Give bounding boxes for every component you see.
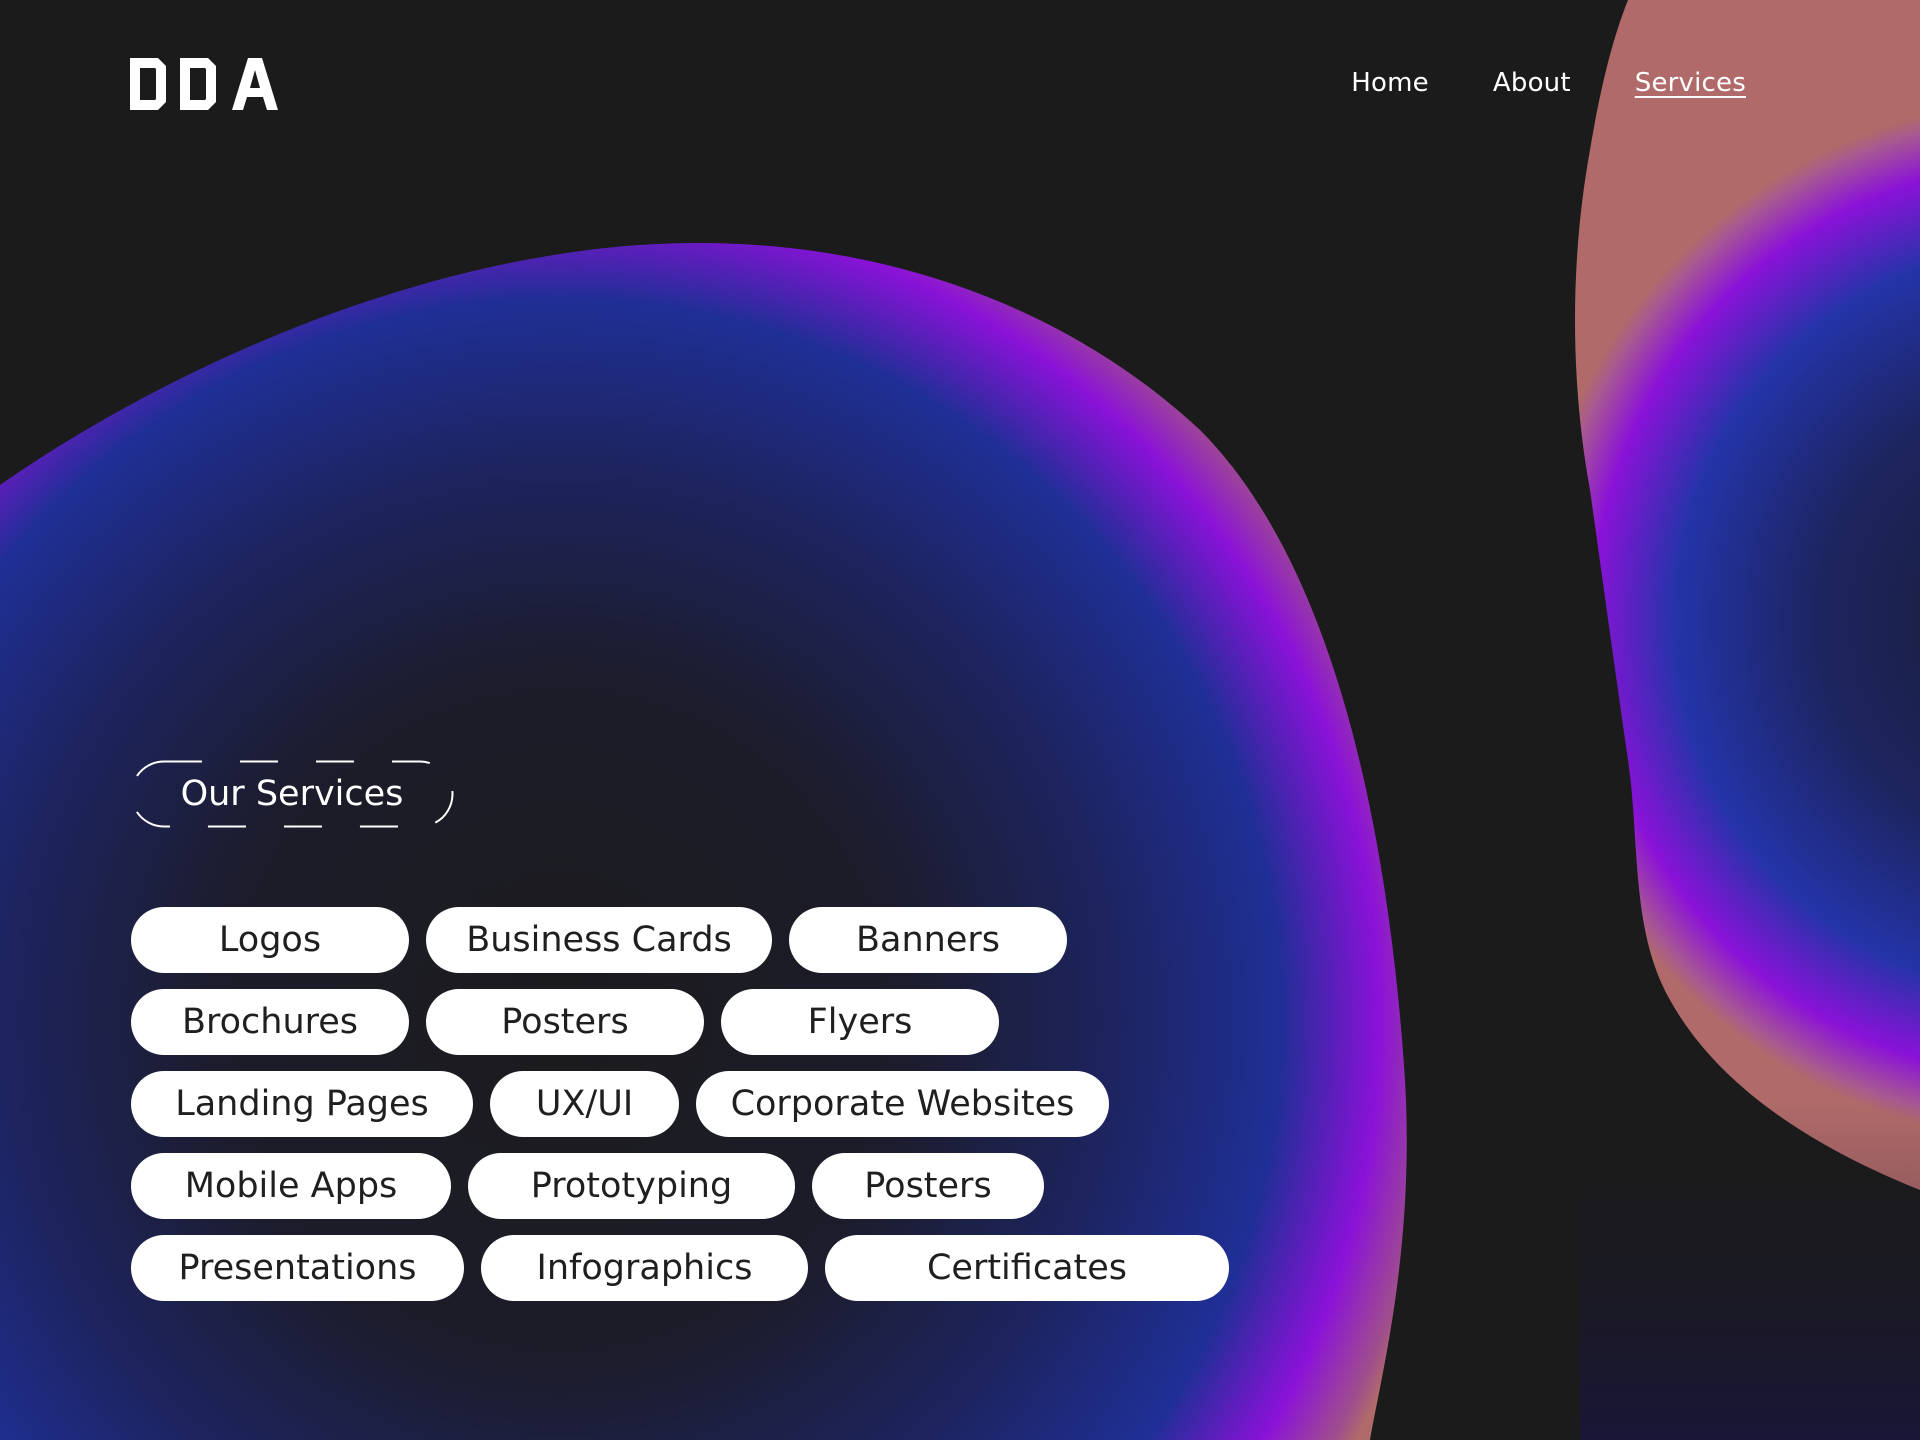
nav-home-link[interactable]: Home	[1351, 68, 1429, 98]
tag-row: Landing Pages UX/UI Corporate Websites	[131, 1071, 1229, 1137]
service-tag-presentations[interactable]: Presentations	[131, 1235, 464, 1301]
service-tag-logos[interactable]: Logos	[131, 907, 409, 973]
service-tag-flyers[interactable]: Flyers	[721, 989, 999, 1055]
service-tag-prototyping[interactable]: Prototyping	[468, 1153, 795, 1219]
service-tag-mobile-apps[interactable]: Mobile Apps	[131, 1153, 451, 1219]
service-tag-corporate-websites[interactable]: Corporate Websites	[696, 1071, 1109, 1137]
site-header: Home About Services	[0, 0, 1920, 180]
service-tag-landing-pages[interactable]: Landing Pages	[131, 1071, 473, 1137]
tag-row: Logos Business Cards Banners	[131, 907, 1229, 973]
service-tag-business-cards[interactable]: Business Cards	[426, 907, 772, 973]
service-tag-certificates[interactable]: Certificates	[825, 1235, 1229, 1301]
services-tag-list: Logos Business Cards Banners Brochures P…	[131, 907, 1229, 1317]
services-page: Home About Services Our Services Logos B…	[0, 0, 1920, 1440]
service-tag-posters[interactable]: Posters	[426, 989, 704, 1055]
tag-row: Brochures Posters Flyers	[131, 989, 1229, 1055]
nav-about-link[interactable]: About	[1493, 68, 1571, 98]
service-tag-banners[interactable]: Banners	[789, 907, 1067, 973]
dda-logo[interactable]	[128, 56, 288, 112]
our-services-heading: Our Services	[130, 760, 454, 828]
service-tag-infographics[interactable]: Infographics	[481, 1235, 808, 1301]
service-tag-posters[interactable]: Posters	[812, 1153, 1044, 1219]
service-tag-brochures[interactable]: Brochures	[131, 989, 409, 1055]
nav-services-link[interactable]: Services	[1635, 68, 1746, 98]
tag-row: Mobile Apps Prototyping Posters	[131, 1153, 1229, 1219]
main-nav: Home About Services	[1351, 68, 1746, 98]
service-tag-ux-ui[interactable]: UX/UI	[490, 1071, 679, 1137]
tag-row: Presentations Infographics Certificates	[131, 1235, 1229, 1301]
our-services-heading-text: Our Services	[180, 774, 404, 814]
